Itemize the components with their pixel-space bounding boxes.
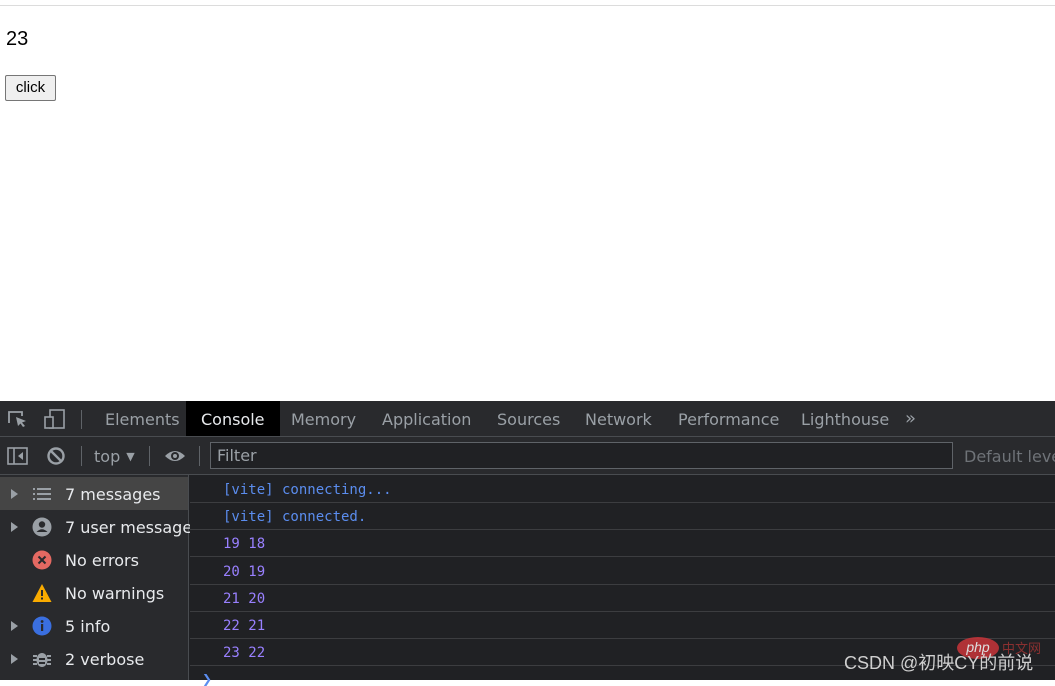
inspect-element-icon[interactable] [7, 409, 29, 429]
tab-performance[interactable]: Performance [663, 401, 794, 436]
bug-icon [32, 649, 52, 669]
divider [199, 446, 200, 466]
web-page: 23 click [0, 0, 1055, 401]
sidebar-item-info[interactable]: 5 info [0, 609, 188, 642]
devtools-tabbar: Elements Console Memory Application Sources N… [0, 401, 1055, 437]
sidebar-item-label: 5 info [65, 617, 111, 636]
tab-application[interactable]: Application [367, 401, 486, 436]
tab-network[interactable]: Network [570, 401, 667, 436]
expand-arrow-icon[interactable] [11, 654, 18, 664]
console-message: 22 21 [190, 612, 1055, 639]
sidebar-item-label: 7 messages [65, 485, 161, 504]
console-message: [vite] connecting... [190, 476, 1055, 503]
click-button[interactable]: click [5, 75, 56, 101]
warning-icon [32, 583, 52, 603]
sidebar-item-label: No errors [65, 551, 139, 570]
page-divider [0, 5, 1055, 6]
divider [149, 446, 150, 466]
sidebar-item-bug[interactable]: 2 verbose [0, 642, 188, 675]
sidebar-item-error[interactable]: No errors [0, 543, 188, 576]
console-sidebar: 7 messages 7 user messages No errors No war… [0, 475, 201, 680]
sidebar-item-warning[interactable]: No warnings [0, 576, 188, 609]
sidebar-item-label: 7 user messages [65, 518, 201, 537]
tab-console[interactable]: Console [186, 401, 280, 436]
context-selector[interactable]: top ▼ [94, 437, 135, 475]
sidebar-item-user[interactable]: 7 user messages [0, 510, 201, 543]
divider [81, 446, 82, 466]
sidebar-item-label: No warnings [65, 584, 165, 603]
list-icon [32, 484, 52, 504]
tab-lighthouse[interactable]: Lighthouse [786, 401, 904, 436]
filter-input[interactable] [210, 442, 953, 469]
tab-memory[interactable]: Memory [276, 401, 371, 436]
console-message: [vite] connected. [190, 503, 1055, 531]
expand-arrow-icon[interactable] [11, 522, 18, 532]
console-message: 20 19 [190, 558, 1055, 585]
tab-sources[interactable]: Sources [482, 401, 575, 436]
expand-arrow-icon[interactable] [11, 489, 18, 499]
watermark-text: CSDN @初映CY的前说 [844, 653, 1034, 673]
clear-console-icon[interactable] [46, 446, 68, 466]
console-message: 21 20 [190, 585, 1055, 612]
count-display: 23 [6, 28, 29, 50]
sidebar-item-list[interactable]: 7 messages [0, 477, 188, 510]
log-levels-dropdown[interactable]: Default levels [964, 437, 1055, 475]
user-icon [32, 517, 52, 537]
device-toolbar-icon[interactable] [44, 409, 66, 429]
dropdown-arrow-icon: ▼ [126, 450, 135, 463]
live-expression-eye-icon[interactable] [164, 446, 186, 466]
toggle-sidebar-icon[interactable] [7, 446, 29, 466]
console-message: 19 18 [190, 530, 1055, 558]
console-toolbar: top ▼ Default levels [0, 437, 1055, 475]
error-icon [32, 550, 52, 570]
tab-elements[interactable]: Elements [90, 401, 195, 436]
sidebar-item-label: 2 verbose [65, 650, 145, 669]
devtools-panel: Elements Console Memory Application Sources N… [0, 401, 1055, 686]
more-tabs-button[interactable]: » [905, 401, 916, 436]
expand-arrow-icon[interactable] [11, 621, 18, 631]
console-prompt-icon[interactable]: ❯ [202, 672, 212, 686]
divider [81, 410, 82, 429]
context-label: top [94, 447, 121, 466]
info-icon [32, 616, 52, 636]
